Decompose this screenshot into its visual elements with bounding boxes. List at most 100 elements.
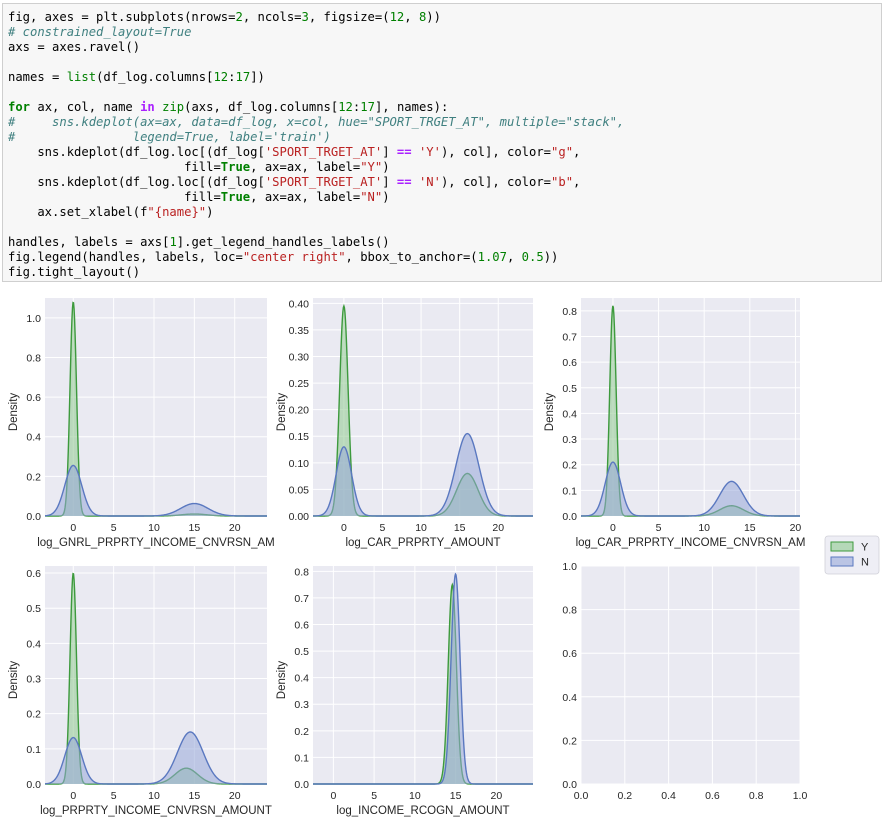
code-token: "b" — [551, 175, 574, 189]
y-tick-label: 0.1 — [294, 752, 309, 764]
x-tick-label: 5 — [111, 790, 117, 802]
x-tick-label: 10 — [698, 522, 710, 534]
code-cell[interactable]: fig, axes = plt.subplots(nrows=2, ncols=… — [2, 3, 882, 282]
subplot-2: 0 5 10 15 20 0.00 0.05 0.10 0.15 0.20 0.25 0.30 0.35… — [276, 298, 533, 549]
code-line: fig, axes = plt.subplots(nrows=2, ncols=… — [8, 10, 876, 25]
y-tick-label: 0.0 — [294, 779, 309, 791]
y-axis-label: Density — [8, 393, 20, 432]
subplot-4: 0 5 10 15 20 0.0 0.1 0.2 0.3 0.4 0.5 0.6 log_PRPRTY_… — [8, 566, 272, 817]
y-tick-label: 0.2 — [562, 460, 577, 472]
y-tick-label: 0.2 — [294, 726, 309, 738]
code-token: fill= — [8, 160, 221, 174]
y-tick-label: 0.6 — [26, 392, 41, 404]
code-line: ax.set_xlabel(f"{name}") — [8, 205, 876, 220]
code-token: (df_log.columns[ — [96, 70, 214, 84]
y-tick-label: 0.3 — [26, 674, 41, 686]
code-token: "g" — [551, 145, 574, 159]
y-tick-label: 0.4 — [562, 692, 577, 704]
x-tick-label: 15 — [744, 522, 756, 534]
code-line: # sns.kdeplot(ax=ax, data=df_log, x=col,… — [8, 115, 876, 130]
y-tick-label: 0.0 — [26, 779, 41, 791]
y-tick-label: 0.0 — [562, 511, 577, 523]
y-tick-label: 0.3 — [294, 699, 309, 711]
x-tick-label: 10 — [148, 790, 160, 802]
y-tick-label: 0.4 — [26, 638, 41, 650]
code-token: "{name}" — [147, 205, 207, 219]
y-tick-label: 0.1 — [26, 744, 41, 756]
code-token: 'SPORT_TRGET_AT' — [264, 175, 383, 189]
y-tick-label: 0.00 — [289, 511, 310, 523]
code-token: 1.07 — [477, 250, 507, 264]
code-line: fill=True, ax=ax, label="N") — [8, 190, 876, 205]
x-tick-label: 5 — [371, 790, 377, 802]
code-token: ].get_legend_handles_labels() — [176, 235, 390, 249]
x-tick-label: 20 — [229, 790, 241, 802]
code-token: ] — [382, 175, 397, 189]
code-token: True — [220, 160, 251, 174]
code-token: ), col], color= — [440, 145, 552, 159]
code-token: 2 — [235, 10, 243, 24]
x-axis-label: log_INCOME_RCOGN_AMOUNT — [336, 805, 509, 817]
code-line: for ax, col, name in zip(axs, df_log.col… — [8, 100, 876, 115]
figure-canvas: 0 5 10 15 20 0.0 0.2 0.4 0.6 0.8 1.0 log_GNRL_PRPRT… — [8, 298, 880, 817]
code-line: sns.kdeplot(df_log.loc[(df_log['SPORT_TR… — [8, 145, 876, 160]
y-tick-label: 0.6 — [294, 619, 309, 631]
code-line: axs = axes.ravel() — [8, 40, 876, 55]
y-tick-label: 0.7 — [562, 331, 577, 343]
y-tick-label: 0.5 — [562, 383, 577, 395]
code-token: axs = axes.ravel() — [8, 40, 141, 54]
code-token: zip — [162, 100, 185, 114]
code-token: == — [396, 145, 412, 159]
code-token: 'Y' — [418, 145, 441, 159]
y-tick-label: 0.40 — [289, 298, 310, 310]
code-token: ) — [382, 190, 390, 204]
code-token: names = — [8, 70, 67, 84]
code-token: , — [573, 145, 581, 159]
x-tick-label: 15 — [189, 790, 201, 802]
y-tick-label: 0.6 — [562, 357, 577, 369]
code-line: fig.legend(handles, labels, loc="center … — [8, 250, 876, 265]
subplot-6: 0.0 0.2 0.4 0.6 0.8 1.0 0.0 0.2 0.4 0.6 0.8 1.0 — [562, 561, 807, 802]
y-axis-label: Density — [544, 393, 556, 432]
code-line: # constrained_layout=True — [8, 25, 876, 40]
code-token: 17 — [235, 70, 251, 84]
code-token: ], names): — [374, 100, 449, 114]
code-token: , ax=ax, label= — [250, 160, 361, 174]
code-token: )) — [426, 10, 441, 24]
x-tick-label: 20 — [492, 522, 504, 534]
code-token: "N" — [360, 190, 383, 204]
code-token: fig.tight_layout() — [8, 265, 141, 279]
x-tick-label: 0 — [330, 790, 336, 802]
y-tick-label: 0.8 — [562, 605, 577, 617]
subplot-3: 0 5 10 15 20 0.0 0.1 0.2 0.3 0.4 0.5 0.6 0.7 0.8 log_C… — [544, 298, 805, 549]
y-axis-label: Density — [8, 661, 20, 700]
y-tick-label: 0.30 — [289, 351, 310, 363]
code-token: 12 — [389, 10, 405, 24]
code-token: list — [66, 70, 97, 84]
legend-swatch-Y — [830, 541, 854, 552]
x-axis-label: log_CAR_PRPRTY_AMOUNT — [345, 537, 500, 549]
code-line: fig.tight_layout() — [8, 265, 876, 280]
code-token: in — [140, 100, 155, 114]
code-token: sns.kdeplot(df_log.loc[(df_log[ — [8, 145, 265, 159]
x-axis-label: log_GNRL_PRPRTY_INCOME_CNVRSN_AM — [37, 537, 275, 549]
y-axis-label: Density — [276, 661, 288, 700]
code-token: sns.kdeplot(df_log.loc[(df_log[ — [8, 175, 265, 189]
figure: 0 5 10 15 20 0.0 0.2 0.4 0.6 0.8 1.0 log_GNRL_PRPRT… — [0, 286, 887, 825]
code-token: 17 — [360, 100, 375, 114]
y-tick-label: 0.25 — [289, 378, 310, 390]
y-tick-label: 0.4 — [562, 408, 577, 420]
x-tick-label: 15 — [189, 522, 201, 534]
y-tick-label: 0.4 — [26, 432, 41, 444]
y-tick-label: 0.2 — [26, 709, 41, 721]
code-token: # sns.kdeplot(ax=ax, data=df_log, x=col,… — [8, 115, 625, 129]
x-tick-label: 20 — [790, 522, 802, 534]
code-token: 0.5 — [521, 250, 544, 264]
x-tick-label: 0 — [70, 522, 76, 534]
code-token: 'N' — [418, 175, 441, 189]
code-token: 3 — [301, 10, 309, 24]
code-token: , ax=ax, label= — [250, 190, 361, 204]
